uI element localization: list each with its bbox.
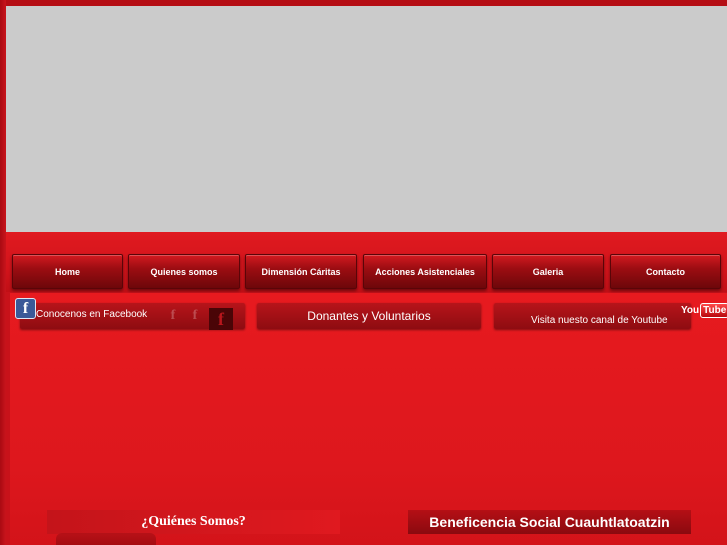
facebook-icon[interactable]: f	[15, 298, 36, 319]
facebook-decoration: f f f	[165, 308, 233, 330]
youtube-link-label[interactable]: Visita nuesto canal de Youtube	[531, 315, 668, 326]
youtube-logo-tube: Tube	[700, 303, 727, 318]
facebook-ghost-icon: f	[192, 308, 198, 323]
youtube-logo-you: You	[681, 305, 700, 316]
organization-heading: Beneficencia Social Cuauhtlatoatzin	[408, 510, 691, 534]
facebook-ghost-icon: f	[170, 308, 176, 323]
facebook-ghost-icon: f	[209, 308, 233, 330]
content-area	[10, 293, 727, 545]
youtube-icon[interactable]: You Tube	[680, 303, 727, 318]
bottom-decoration	[56, 533, 156, 545]
facebook-link-label[interactable]: Conocenos en Facebook	[36, 309, 147, 320]
about-heading: ¿Quiénes Somos?	[47, 510, 340, 534]
nav-contacto-button[interactable]: Contacto	[610, 254, 721, 289]
nav-quienes-somos-button[interactable]: Quienes somos	[128, 254, 240, 289]
nav-acciones-asistenciales-button[interactable]: Acciones Asistenciales	[363, 254, 487, 289]
nav-dimension-caritas-button[interactable]: Dimensión Cáritas	[245, 254, 357, 289]
header-banner	[6, 6, 727, 232]
donors-volunteers-button[interactable]: Donantes y Voluntarios	[257, 303, 481, 329]
nav-galeria-button[interactable]: Galeria	[492, 254, 604, 289]
main-navigation: Home Quienes somos Dimensión Cáritas Acc…	[10, 254, 722, 290]
nav-home-button[interactable]: Home	[12, 254, 123, 289]
